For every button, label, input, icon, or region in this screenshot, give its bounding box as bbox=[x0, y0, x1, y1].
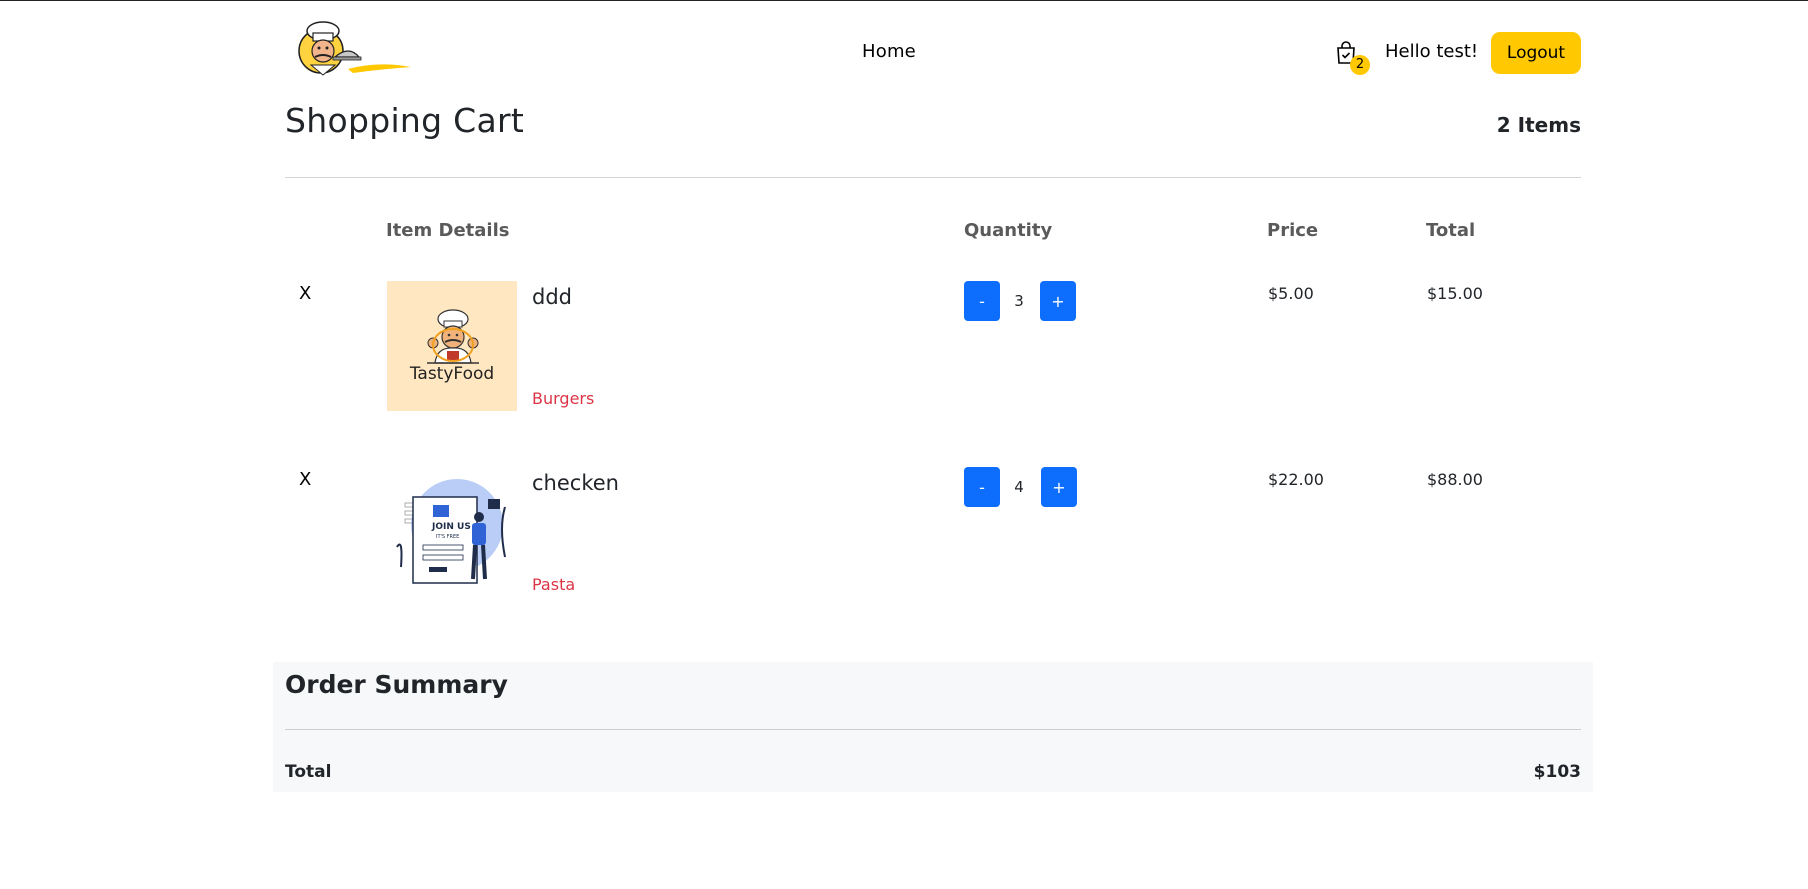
quantity-value: 4 bbox=[1014, 478, 1024, 496]
page-title: Shopping Cart bbox=[285, 101, 525, 140]
col-header-item-details: Item Details bbox=[386, 220, 510, 241]
nav-home-link[interactable]: Home bbox=[862, 41, 916, 62]
navbar: Home 2 Hello test! Logout bbox=[285, 1, 1581, 105]
chef-logo[interactable] bbox=[293, 19, 413, 81]
decrement-quantity-button[interactable]: - bbox=[964, 281, 1000, 321]
item-category: Burgers bbox=[532, 389, 595, 408]
remove-item-button[interactable]: X bbox=[299, 283, 311, 304]
item-price: $22.00 bbox=[1268, 470, 1324, 489]
item-total: $15.00 bbox=[1427, 284, 1483, 303]
item-image-caption: JOIN US bbox=[431, 522, 471, 532]
order-summary: Order Summary Total $103 bbox=[273, 662, 1593, 792]
item-name: ddd bbox=[532, 285, 572, 309]
order-total-label: Total bbox=[285, 762, 332, 782]
divider bbox=[285, 729, 1581, 730]
remove-item-button[interactable]: X bbox=[299, 469, 311, 490]
quantity-value: 3 bbox=[1014, 292, 1024, 310]
items-count: 2 Items bbox=[1496, 113, 1581, 137]
user-greeting: Hello test! bbox=[1385, 41, 1479, 62]
col-header-price: Price bbox=[1267, 220, 1319, 241]
increment-quantity-button[interactable]: + bbox=[1041, 467, 1077, 507]
increment-quantity-button[interactable]: + bbox=[1040, 281, 1076, 321]
divider bbox=[285, 177, 1581, 178]
item-name: checken bbox=[532, 471, 619, 495]
item-image-caption: TastyFood bbox=[409, 364, 494, 384]
order-total-value: $103 bbox=[1533, 762, 1581, 782]
col-header-quantity: Quantity bbox=[964, 220, 1053, 241]
cart-count-badge: 2 bbox=[1350, 55, 1370, 75]
item-total: $88.00 bbox=[1427, 470, 1483, 489]
item-image-subcaption: IT'S FREE bbox=[436, 534, 459, 540]
item-price: $5.00 bbox=[1268, 284, 1314, 303]
cart-row: X TastyFood ddd Burgers - 3 + $5.00 $15.… bbox=[285, 281, 1581, 421]
logout-button[interactable]: Logout bbox=[1491, 32, 1581, 74]
cart-row: X JOIN US IT'S FREE checken Pasta - 4 + … bbox=[285, 467, 1581, 607]
item-image: JOIN US IT'S FREE bbox=[387, 467, 517, 597]
col-header-total: Total bbox=[1426, 220, 1476, 241]
decrement-quantity-button[interactable]: - bbox=[964, 467, 1000, 507]
item-category: Pasta bbox=[532, 575, 576, 594]
item-image: TastyFood bbox=[387, 281, 517, 411]
order-summary-title: Order Summary bbox=[285, 670, 508, 699]
